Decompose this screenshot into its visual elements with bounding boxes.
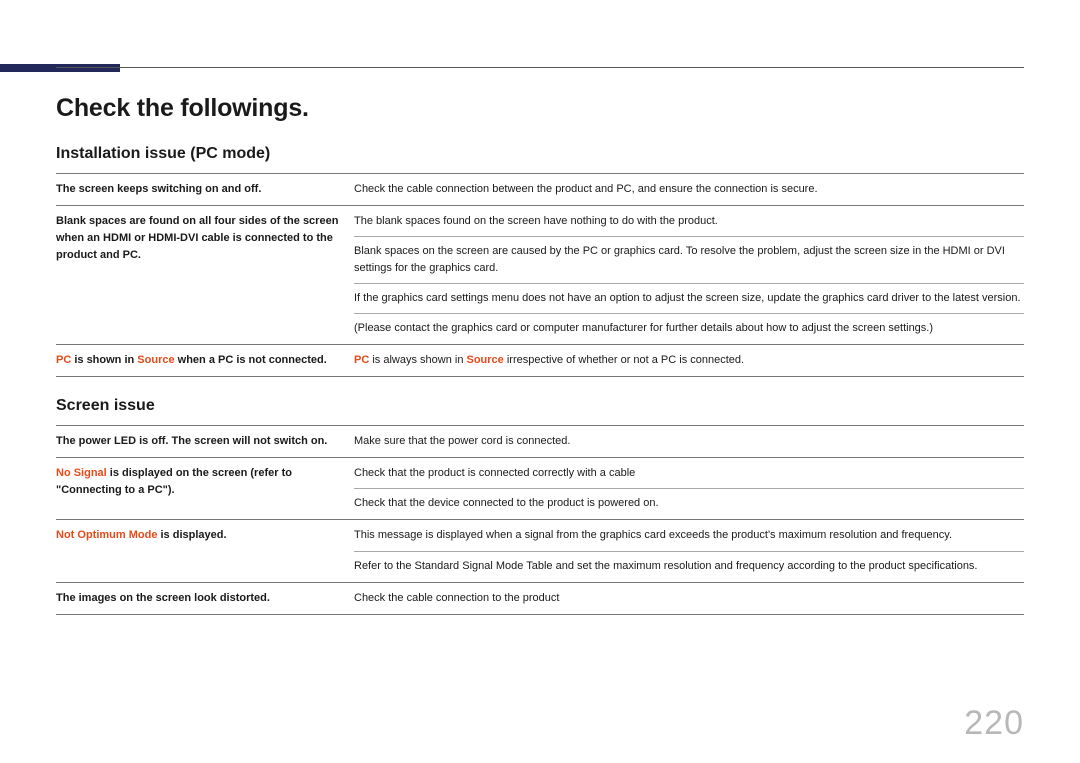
section-title: Installation issue (PC mode) — [56, 145, 1024, 163]
remedy-item: Check the cable connection to the produc… — [354, 590, 1024, 607]
remedy-cell: Check that the product is connected corr… — [350, 458, 1024, 519]
content-sections: Installation issue (PC mode) The screen k… — [56, 145, 1024, 615]
table-row: The images on the screen look distorted.… — [56, 582, 1024, 615]
troubleshooting-table: The screen keeps switching on and off.Ch… — [56, 173, 1024, 377]
symptom-cell: No Signal is displayed on the screen (re… — [56, 458, 350, 519]
accent-bar — [0, 64, 120, 72]
remedy-cell: The blank spaces found on the screen hav… — [350, 206, 1024, 344]
table-row: The power LED is off. The screen will no… — [56, 425, 1024, 457]
remedy-item: If the graphics card settings menu does … — [354, 290, 1024, 314]
symptom-cell: The screen keeps switching on and off. — [56, 174, 350, 205]
table-row: The screen keeps switching on and off.Ch… — [56, 173, 1024, 205]
page-number: 220 — [964, 704, 1024, 743]
troubleshooting-table: The power LED is off. The screen will no… — [56, 425, 1024, 614]
remedy-item: PC is always shown in Source irrespectiv… — [354, 352, 1024, 369]
remedy-item: This message is displayed when a signal … — [354, 527, 1024, 551]
top-horizontal-rule — [56, 67, 1024, 68]
remedy-item: Check that the device connected to the p… — [354, 495, 1024, 512]
section-title: Screen issue — [56, 397, 1024, 415]
remedy-item: The blank spaces found on the screen hav… — [354, 213, 1024, 237]
page-title: Check the followings. — [56, 94, 1024, 123]
remedy-item: Check that the product is connected corr… — [354, 465, 1024, 489]
document-page: Check the followings. Installation issue… — [0, 0, 1080, 763]
remedy-item: (Please contact the graphics card or com… — [354, 320, 1024, 337]
remedy-cell: This message is displayed when a signal … — [350, 520, 1024, 581]
symptom-cell: The power LED is off. The screen will no… — [56, 426, 350, 457]
remedy-item: Make sure that the power cord is connect… — [354, 433, 1024, 450]
remedy-item: Refer to the Standard Signal Mode Table … — [354, 558, 1024, 575]
table-row: PC is shown in Source when a PC is not c… — [56, 344, 1024, 377]
remedy-cell: Make sure that the power cord is connect… — [350, 426, 1024, 457]
table-row: Not Optimum Mode is displayed.This messa… — [56, 519, 1024, 581]
remedy-cell: Check the cable connection to the produc… — [350, 583, 1024, 614]
symptom-cell: Not Optimum Mode is displayed. — [56, 520, 350, 581]
symptom-cell: Blank spaces are found on all four sides… — [56, 206, 350, 344]
symptom-cell: PC is shown in Source when a PC is not c… — [56, 345, 350, 376]
remedy-cell: PC is always shown in Source irrespectiv… — [350, 345, 1024, 376]
table-row: Blank spaces are found on all four sides… — [56, 205, 1024, 344]
table-row: No Signal is displayed on the screen (re… — [56, 457, 1024, 519]
remedy-cell: Check the cable connection between the p… — [350, 174, 1024, 205]
remedy-item: Blank spaces on the screen are caused by… — [354, 243, 1024, 284]
remedy-item: Check the cable connection between the p… — [354, 181, 1024, 198]
symptom-cell: The images on the screen look distorted. — [56, 583, 350, 614]
